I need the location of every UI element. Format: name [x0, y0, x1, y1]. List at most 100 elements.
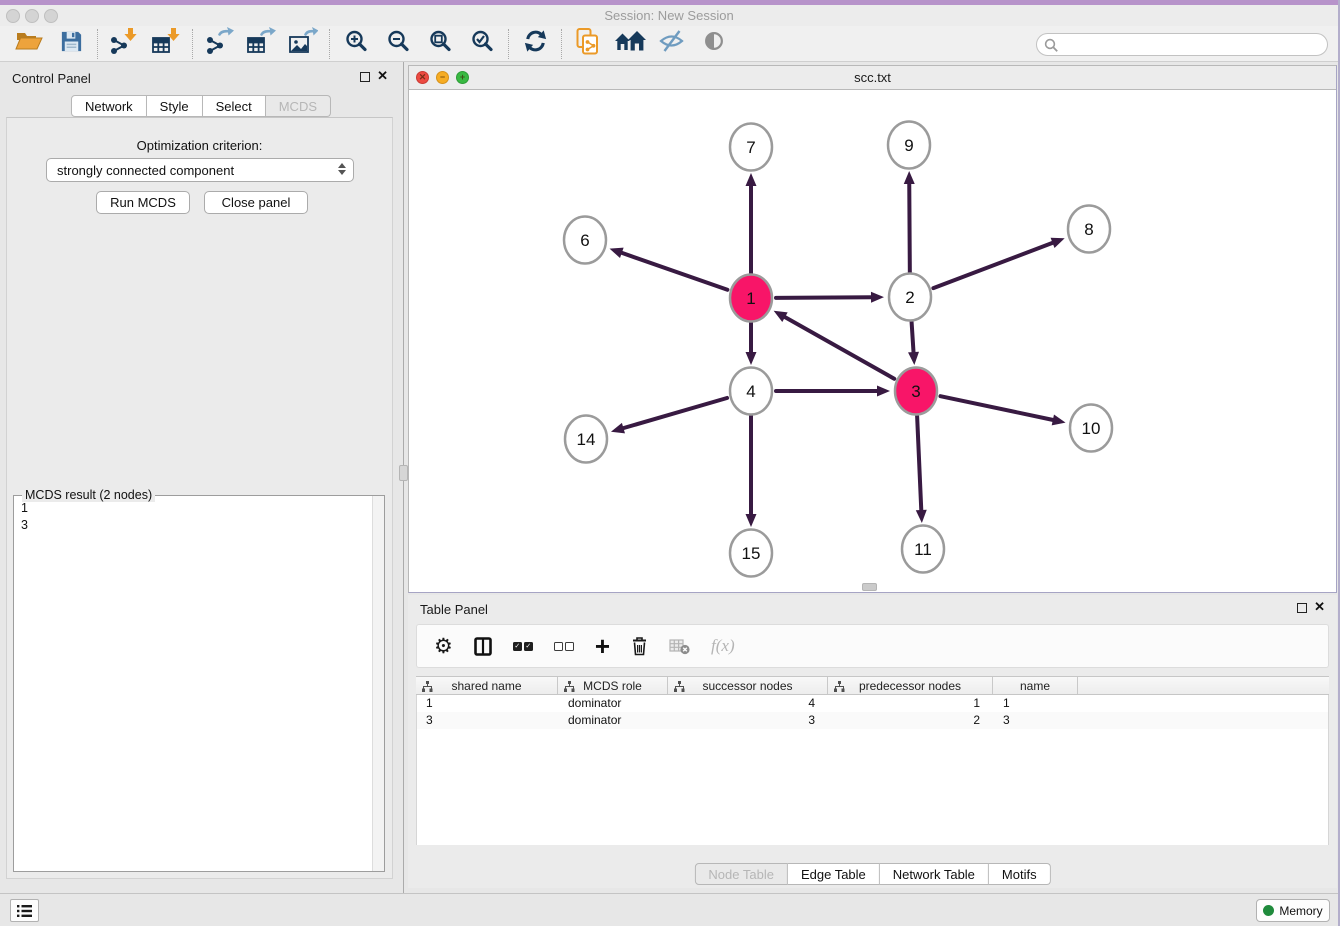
toolbar-separator	[329, 29, 330, 59]
cell-name[interactable]: 1	[994, 695, 1079, 712]
show-graphics-button[interactable]	[693, 27, 735, 61]
arrowhead-icon	[1051, 238, 1065, 248]
cell-successor-nodes[interactable]: 4	[669, 695, 829, 712]
result-scrollbar[interactable]	[372, 496, 384, 871]
cell-shared-name[interactable]: 3	[417, 712, 559, 729]
graph-node-6[interactable]: 6	[564, 217, 606, 264]
zoom-in-button[interactable]	[335, 27, 377, 61]
main-toolbar	[0, 26, 1338, 62]
float-table-panel-icon[interactable]	[1297, 603, 1307, 613]
graph-edge-1-2[interactable]	[776, 297, 872, 298]
graph-node-15[interactable]: 15	[730, 530, 772, 577]
table-row[interactable]: 1dominator411	[417, 695, 1328, 712]
graph-node-8[interactable]: 8	[1068, 206, 1110, 253]
search-input[interactable]	[1061, 35, 1319, 54]
cell-mcds-role[interactable]: dominator	[559, 695, 669, 712]
import-table-button[interactable]	[145, 27, 187, 61]
graph-edge-2-3[interactable]	[912, 322, 914, 353]
delete-column-button[interactable]	[631, 636, 648, 656]
tab-motifs[interactable]: Motifs	[989, 863, 1051, 885]
zoom-fit-icon	[428, 29, 453, 59]
graph-node-4[interactable]: 4	[730, 368, 772, 415]
graph-node-3[interactable]: 3	[895, 368, 937, 415]
graph-node-11[interactable]: 11	[902, 526, 944, 573]
eye-slash-icon	[658, 29, 686, 58]
export-network-button[interactable]	[198, 27, 240, 61]
cell-name[interactable]: 3	[994, 712, 1079, 729]
zoom-selected-button[interactable]	[461, 27, 503, 61]
duplicate-network-button[interactable]	[567, 27, 609, 61]
column-header-name[interactable]: name	[993, 677, 1078, 694]
show-columns-button[interactable]	[474, 637, 492, 656]
graph-node-9[interactable]: 9	[888, 122, 930, 169]
tab-style[interactable]: Style	[147, 95, 203, 117]
open-session-button[interactable]	[8, 27, 50, 61]
column-header-mcds-role[interactable]: MCDS role	[558, 677, 668, 694]
graph-edge-4-14[interactable]	[622, 398, 727, 428]
tab-node-table[interactable]: Node Table	[694, 863, 788, 885]
export-image-button[interactable]	[282, 27, 324, 61]
export-table-button[interactable]	[240, 27, 282, 61]
tab-edge-table[interactable]: Edge Table	[788, 863, 880, 885]
houses-icon	[613, 29, 647, 59]
save-session-button[interactable]	[50, 27, 92, 61]
tab-select[interactable]: Select	[203, 95, 266, 117]
cell-successor-nodes[interactable]: 3	[669, 712, 829, 729]
cell-predecessor-nodes[interactable]: 2	[829, 712, 994, 729]
arrowhead-icon	[610, 248, 624, 258]
home-networks-button[interactable]	[609, 27, 651, 61]
task-history-button[interactable]	[10, 899, 39, 922]
panel-splitter-handle[interactable]	[399, 465, 408, 481]
graph-edge-3-11[interactable]	[917, 416, 921, 511]
mcds-result-text: 1 3	[21, 500, 28, 534]
hide-details-button[interactable]	[651, 27, 693, 61]
network-graph[interactable]: 7 9 6 8 1 2 4 3 14 10 15 11	[409, 90, 1336, 592]
criterion-select[interactable]: strongly connected component	[46, 158, 354, 182]
add-column-button[interactable]: +	[595, 636, 610, 656]
column-label: predecessor nodes	[859, 679, 961, 693]
tab-network[interactable]: Network	[71, 95, 147, 117]
zoom-fit-button[interactable]	[419, 27, 461, 61]
table-row[interactable]: 3dominator323	[417, 712, 1328, 729]
graph-node-10[interactable]: 10	[1070, 405, 1112, 452]
graph-edge-1-6[interactable]	[621, 253, 728, 290]
memory-button[interactable]: Memory	[1256, 899, 1330, 922]
column-header-successor-nodes[interactable]: successor nodes	[668, 677, 828, 694]
graph-edge-3-1[interactable]	[784, 317, 894, 379]
cell-mcds-role[interactable]: dominator	[559, 712, 669, 729]
graph-edge-2-8[interactable]	[933, 242, 1053, 288]
network-canvas[interactable]: 7 9 6 8 1 2 4 3 14 10 15 11	[409, 90, 1336, 592]
table-settings-button[interactable]: ⚙	[434, 636, 453, 657]
function-builder-button: f(x)	[711, 636, 735, 656]
close-panel-icon[interactable]: ✕	[377, 68, 388, 84]
deselect-all-button[interactable]	[554, 642, 574, 651]
column-header-shared-name[interactable]: shared name	[416, 677, 558, 694]
tab-mcds[interactable]: MCDS	[266, 95, 331, 117]
cell-predecessor-nodes[interactable]: 1	[829, 695, 994, 712]
network-window-titlebar[interactable]: ✕ − + scc.txt	[409, 66, 1336, 90]
export-image-icon	[288, 27, 318, 60]
close-panel-button[interactable]: Close panel	[204, 191, 308, 214]
apply-layout-button[interactable]	[514, 27, 556, 61]
graph-node-1[interactable]: 1	[730, 275, 772, 322]
graph-node-7[interactable]: 7	[730, 124, 772, 171]
zoom-out-icon	[386, 29, 411, 59]
run-mcds-button[interactable]: Run MCDS	[96, 191, 190, 214]
cell-shared-name[interactable]: 1	[417, 695, 559, 712]
zoom-out-button[interactable]	[377, 27, 419, 61]
table-panel-title: Table Panel	[420, 602, 488, 617]
import-network-button[interactable]	[103, 27, 145, 61]
graph-node-2[interactable]: 2	[889, 274, 931, 321]
graph-node-14[interactable]: 14	[565, 416, 607, 463]
tab-network-table[interactable]: Network Table	[880, 863, 989, 885]
close-table-panel-icon[interactable]: ✕	[1314, 599, 1325, 615]
graph-edge-3-10[interactable]	[940, 396, 1053, 420]
select-all-button[interactable]: ✓✓	[513, 642, 533, 651]
checked-box-icon: ✓	[513, 642, 522, 651]
column-header-predecessor-nodes[interactable]: predecessor nodes	[828, 677, 993, 694]
float-panel-icon[interactable]	[360, 72, 370, 82]
graph-edge-2-9[interactable]	[909, 183, 910, 272]
arrowhead-icon	[611, 423, 625, 434]
canvas-splitter-handle[interactable]	[862, 583, 877, 591]
arrowhead-icon	[746, 173, 757, 186]
